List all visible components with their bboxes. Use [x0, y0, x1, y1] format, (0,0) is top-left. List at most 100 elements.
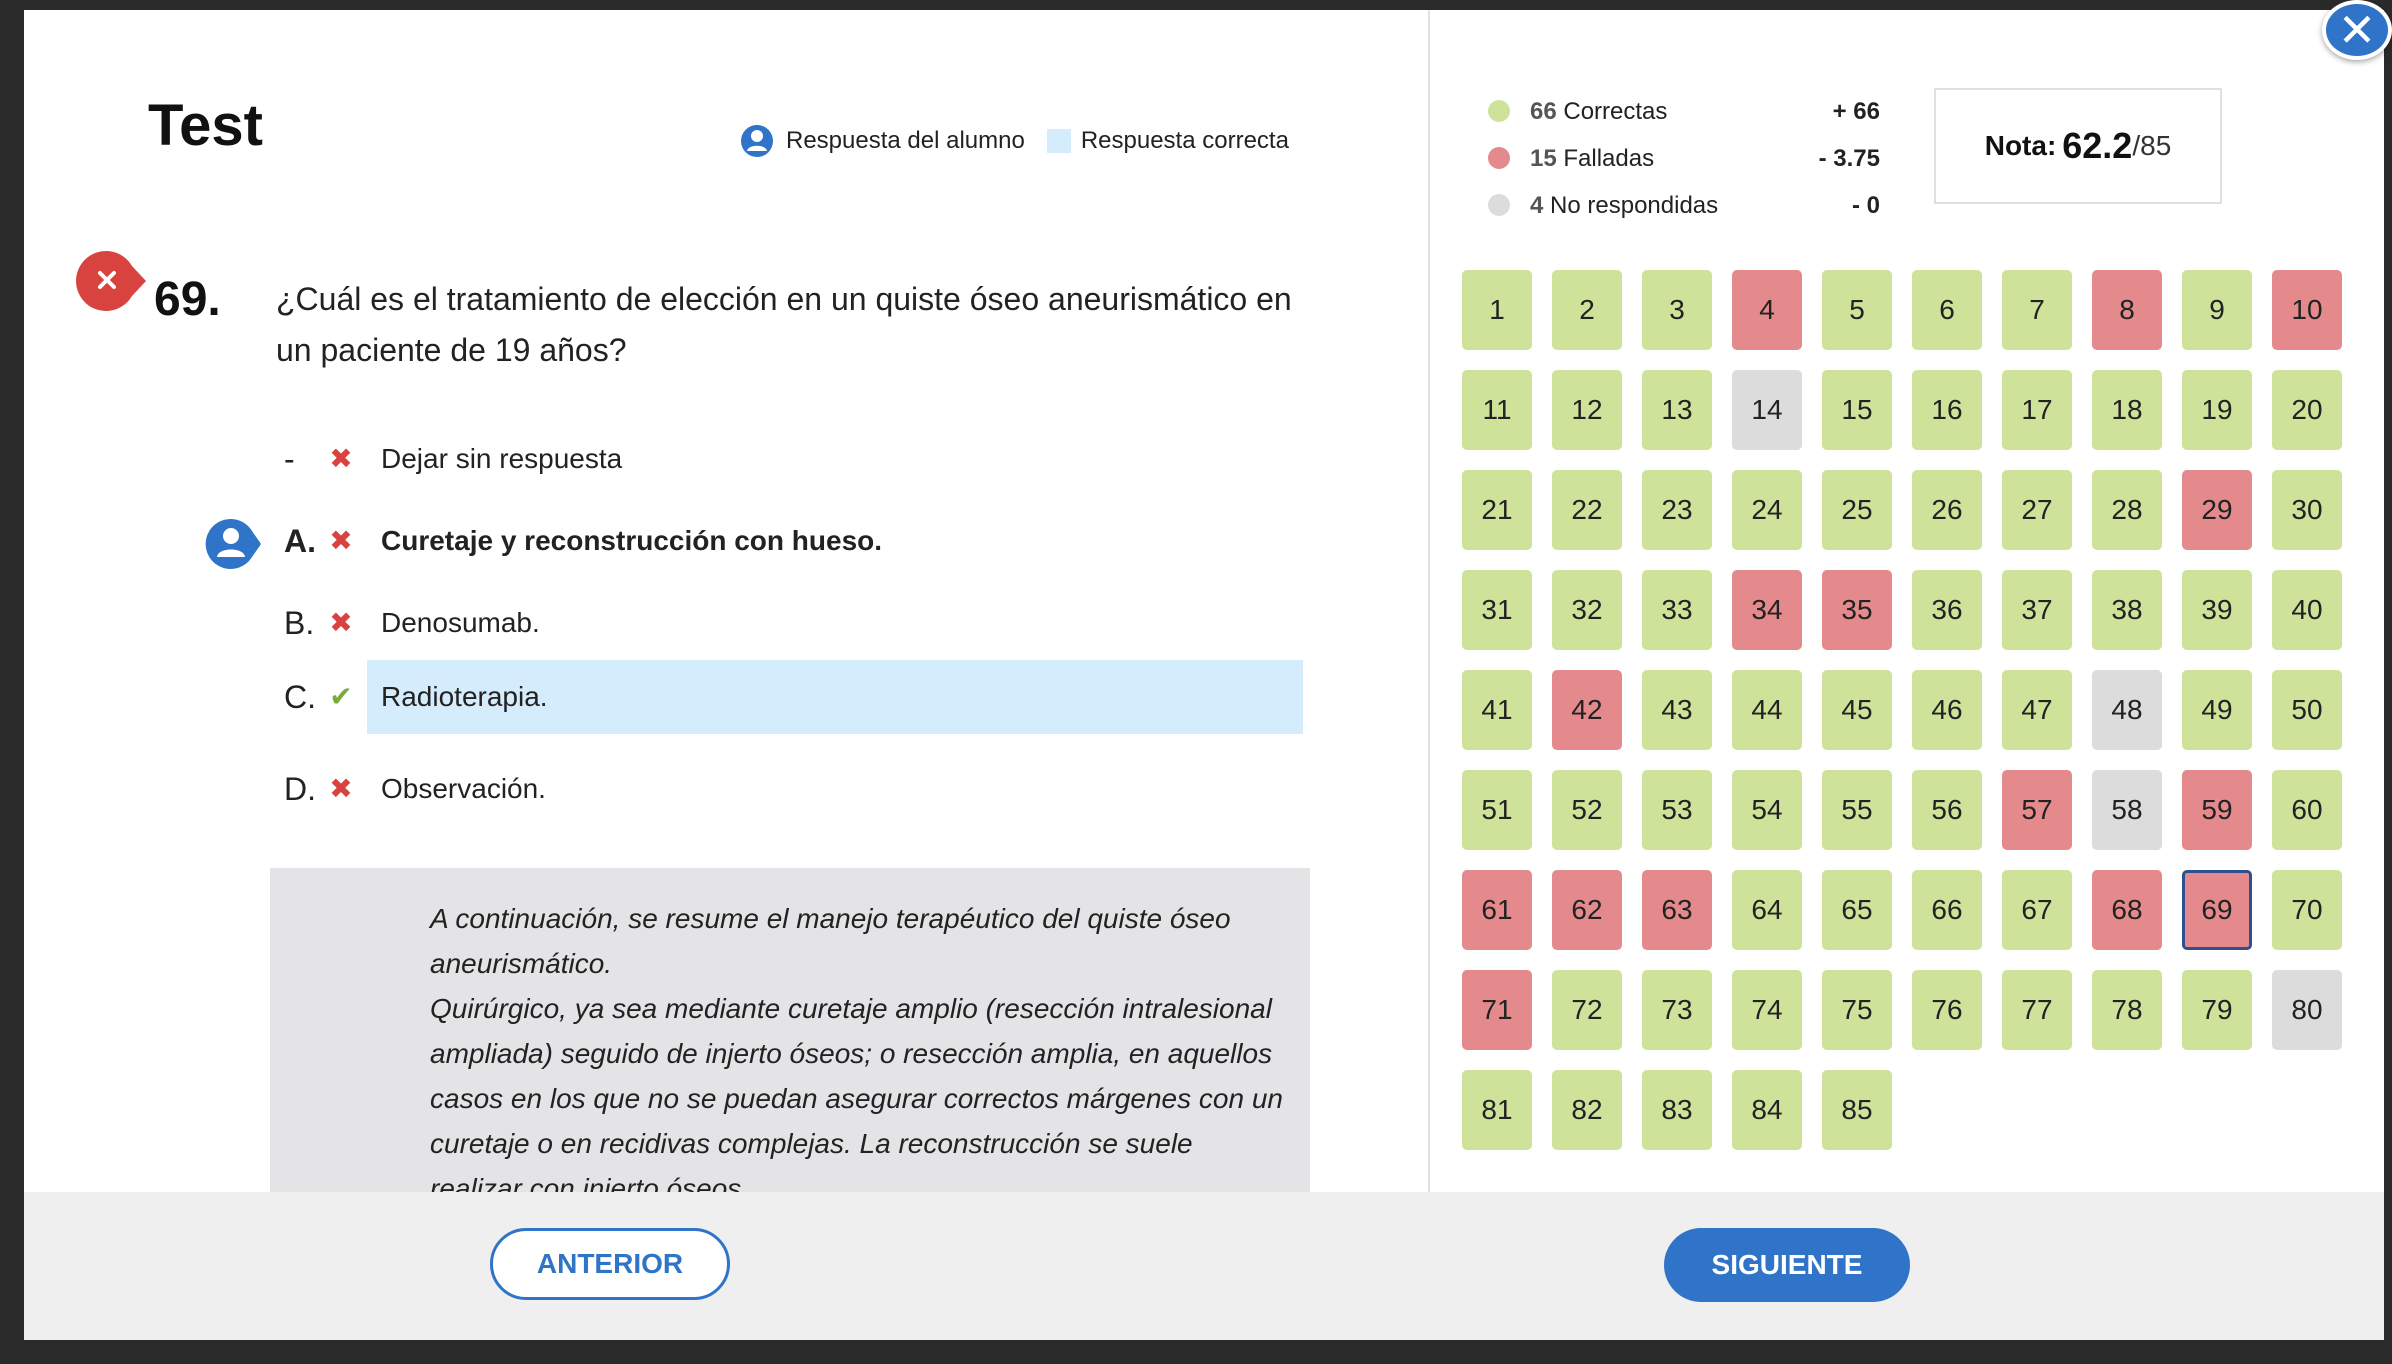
- question-cell-15[interactable]: 15: [1822, 370, 1892, 450]
- question-cell-32[interactable]: 32: [1552, 570, 1622, 650]
- question-cell-28[interactable]: 28: [2092, 470, 2162, 550]
- question-cell-18[interactable]: 18: [2092, 370, 2162, 450]
- question-cell-39[interactable]: 39: [2182, 570, 2252, 650]
- question-cell-60[interactable]: 60: [2272, 770, 2342, 850]
- question-cell-64[interactable]: 64: [1732, 870, 1802, 950]
- question-cell-23[interactable]: 23: [1642, 470, 1712, 550]
- question-cell-36[interactable]: 36: [1912, 570, 1982, 650]
- question-cell-66[interactable]: 66: [1912, 870, 1982, 950]
- question-cell-20[interactable]: 20: [2272, 370, 2342, 450]
- question-cell-56[interactable]: 56: [1912, 770, 1982, 850]
- question-cell-41[interactable]: 41: [1462, 670, 1532, 750]
- question-cell-55[interactable]: 55: [1822, 770, 1892, 850]
- question-cell-43[interactable]: 43: [1642, 670, 1712, 750]
- option-b[interactable]: B. ✖ Denosumab.: [24, 586, 1304, 660]
- question-cell-31[interactable]: 31: [1462, 570, 1532, 650]
- question-cell-37[interactable]: 37: [2002, 570, 2072, 650]
- question-cell-35[interactable]: 35: [1822, 570, 1892, 650]
- option-d[interactable]: D. ✖ Observación.: [24, 752, 1304, 826]
- answer-legend: Respuesta del alumno Respuesta correcta: [740, 124, 1289, 158]
- previous-button[interactable]: ANTERIOR: [490, 1228, 730, 1300]
- question-cell-6[interactable]: 6: [1912, 270, 1982, 350]
- option-blank[interactable]: - ✖ Dejar sin respuesta: [24, 422, 1304, 496]
- question-cell-5[interactable]: 5: [1822, 270, 1892, 350]
- question-cell-59[interactable]: 59: [2182, 770, 2252, 850]
- question-cell-78[interactable]: 78: [2092, 970, 2162, 1050]
- question-cell-1[interactable]: 1: [1462, 270, 1532, 350]
- question-cell-42[interactable]: 42: [1552, 670, 1622, 750]
- check-mark-icon: ✔: [329, 681, 353, 712]
- question-cell-47[interactable]: 47: [2002, 670, 2072, 750]
- question-cell-65[interactable]: 65: [1822, 870, 1892, 950]
- question-cell-12[interactable]: 12: [1552, 370, 1622, 450]
- question-cell-13[interactable]: 13: [1642, 370, 1712, 450]
- question-cell-33[interactable]: 33: [1642, 570, 1712, 650]
- question-cell-4[interactable]: 4: [1732, 270, 1802, 350]
- question-cell-46[interactable]: 46: [1912, 670, 1982, 750]
- question-cell-68[interactable]: 68: [2092, 870, 2162, 950]
- question-cell-84[interactable]: 84: [1732, 1070, 1802, 1150]
- legend-correct-swatch: [1046, 129, 1071, 153]
- question-cell-9[interactable]: 9: [2182, 270, 2252, 350]
- question-cell-44[interactable]: 44: [1732, 670, 1802, 750]
- question-cell-69[interactable]: 69: [2182, 870, 2252, 950]
- question-cell-63[interactable]: 63: [1642, 870, 1712, 950]
- question-cell-79[interactable]: 79: [2182, 970, 2252, 1050]
- question-cell-27[interactable]: 27: [2002, 470, 2072, 550]
- explanation-paragraph: A continuación, se resume el manejo tera…: [430, 903, 1231, 979]
- question-cell-71[interactable]: 71: [1462, 970, 1532, 1050]
- question-cell-24[interactable]: 24: [1732, 470, 1802, 550]
- grade-total: /85: [2132, 130, 2172, 161]
- question-cell-2[interactable]: 2: [1552, 270, 1622, 350]
- question-cell-45[interactable]: 45: [1822, 670, 1892, 750]
- question-cell-49[interactable]: 49: [2182, 670, 2252, 750]
- question-cell-52[interactable]: 52: [1552, 770, 1622, 850]
- question-cell-7[interactable]: 7: [2002, 270, 2072, 350]
- question-cell-17[interactable]: 17: [2002, 370, 2072, 450]
- question-cell-25[interactable]: 25: [1822, 470, 1892, 550]
- question-cell-83[interactable]: 83: [1642, 1070, 1712, 1150]
- question-cell-26[interactable]: 26: [1912, 470, 1982, 550]
- question-cell-62[interactable]: 62: [1552, 870, 1622, 950]
- question-cell-67[interactable]: 67: [2002, 870, 2072, 950]
- question-cell-77[interactable]: 77: [2002, 970, 2072, 1050]
- question-cell-75[interactable]: 75: [1822, 970, 1892, 1050]
- question-cell-80[interactable]: 80: [2272, 970, 2342, 1050]
- question-cell-30[interactable]: 30: [2272, 470, 2342, 550]
- question-cell-72[interactable]: 72: [1552, 970, 1622, 1050]
- question-cell-57[interactable]: 57: [2002, 770, 2072, 850]
- question-cell-29[interactable]: 29: [2182, 470, 2252, 550]
- question-cell-85[interactable]: 85: [1822, 1070, 1892, 1150]
- question-cell-34[interactable]: 34: [1732, 570, 1802, 650]
- question-cell-82[interactable]: 82: [1552, 1070, 1622, 1150]
- next-button[interactable]: SIGUIENTE: [1664, 1228, 1910, 1302]
- question-cell-61[interactable]: 61: [1462, 870, 1532, 950]
- question-cell-50[interactable]: 50: [2272, 670, 2342, 750]
- question-cell-8[interactable]: 8: [2092, 270, 2162, 350]
- question-cell-21[interactable]: 21: [1462, 470, 1532, 550]
- question-cell-38[interactable]: 38: [2092, 570, 2162, 650]
- option-a[interactable]: A. ✖ Curetaje y reconstrucción con hueso…: [24, 504, 1304, 578]
- question-cell-48[interactable]: 48: [2092, 670, 2162, 750]
- question-cell-19[interactable]: 19: [2182, 370, 2252, 450]
- question-cell-76[interactable]: 76: [1912, 970, 1982, 1050]
- close-x-icon[interactable]: ✕: [2322, 0, 2392, 60]
- question-cell-14[interactable]: 14: [1732, 370, 1802, 450]
- question-cell-11[interactable]: 11: [1462, 370, 1532, 450]
- question-cell-22[interactable]: 22: [1552, 470, 1622, 550]
- question-cell-74[interactable]: 74: [1732, 970, 1802, 1050]
- question-cell-16[interactable]: 16: [1912, 370, 1982, 450]
- question-cell-81[interactable]: 81: [1462, 1070, 1532, 1150]
- question-cell-73[interactable]: 73: [1642, 970, 1712, 1050]
- question-cell-3[interactable]: 3: [1642, 270, 1712, 350]
- question-cell-58[interactable]: 58: [2092, 770, 2162, 850]
- question-cell-70[interactable]: 70: [2272, 870, 2342, 950]
- question-cell-53[interactable]: 53: [1642, 770, 1712, 850]
- question-cell-54[interactable]: 54: [1732, 770, 1802, 850]
- question-cell-51[interactable]: 51: [1462, 770, 1532, 850]
- option-c[interactable]: C. ✔ Radioterapia.: [24, 660, 1304, 734]
- question-cell-40[interactable]: 40: [2272, 570, 2342, 650]
- question-cell-10[interactable]: 10: [2272, 270, 2342, 350]
- correct-dot: [1488, 100, 1510, 122]
- summary-correct: 66 Correctas + 66: [1488, 92, 1908, 139]
